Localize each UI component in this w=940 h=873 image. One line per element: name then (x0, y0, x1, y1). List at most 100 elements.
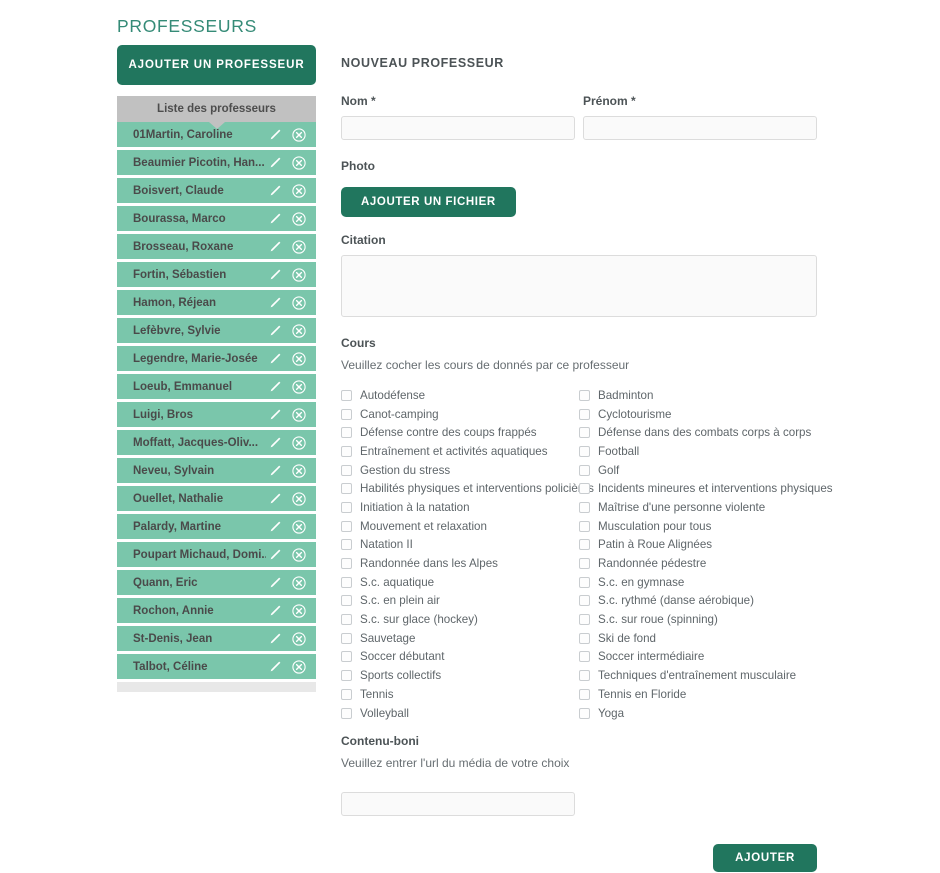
course-checkbox-row[interactable]: S.c. sur glace (hockey) (341, 610, 579, 629)
citation-textarea[interactable] (341, 255, 817, 317)
professor-list-item[interactable]: Lefèbvre, Sylvie (117, 318, 316, 346)
course-checkbox-row[interactable]: Randonnée pédestre (579, 554, 833, 573)
course-checkbox-row[interactable]: S.c. sur roue (spinning) (579, 610, 833, 629)
professor-list-item[interactable]: Palardy, Martine (117, 514, 316, 542)
circle-x-icon[interactable] (290, 210, 308, 228)
pencil-icon[interactable] (266, 406, 284, 424)
pencil-icon[interactable] (266, 602, 284, 620)
circle-x-icon[interactable] (290, 630, 308, 648)
circle-x-icon[interactable] (290, 322, 308, 340)
prenom-input[interactable] (583, 116, 817, 140)
checkbox-left-13[interactable] (341, 632, 352, 644)
professor-list-item[interactable]: Ouellet, Nathalie (117, 486, 316, 514)
pencil-icon[interactable] (266, 294, 284, 312)
course-checkbox-row[interactable]: S.c. rythmé (danse aérobique) (579, 592, 833, 611)
checkbox-right-0[interactable] (579, 389, 590, 401)
pencil-icon[interactable] (266, 574, 284, 592)
circle-x-icon[interactable] (290, 462, 308, 480)
pencil-icon[interactable] (266, 266, 284, 284)
circle-x-icon[interactable] (290, 546, 308, 564)
professor-list-item[interactable]: Rochon, Annie (117, 598, 316, 626)
professor-list-item[interactable]: Hamon, Réjean (117, 290, 316, 318)
course-checkbox-row[interactable]: Canot-camping (341, 405, 579, 424)
circle-x-icon[interactable] (290, 238, 308, 256)
pencil-icon[interactable] (266, 322, 284, 340)
checkbox-left-0[interactable] (341, 389, 352, 401)
course-checkbox-row[interactable]: Yoga (579, 704, 833, 723)
checkbox-left-9[interactable] (341, 558, 352, 570)
course-checkbox-row[interactable]: Patin à Roue Alignées (579, 536, 833, 555)
course-checkbox-row[interactable]: Natation II (341, 536, 579, 555)
course-checkbox-row[interactable]: Sauvetage (341, 629, 579, 648)
checkbox-left-10[interactable] (341, 576, 352, 588)
professor-list-item[interactable]: Quann, Éric (117, 570, 316, 598)
circle-x-icon[interactable] (290, 266, 308, 284)
circle-x-icon[interactable] (290, 294, 308, 312)
checkbox-right-12[interactable] (579, 614, 590, 626)
contenu-boni-input[interactable] (341, 792, 575, 817)
checkbox-right-15[interactable] (579, 670, 590, 682)
checkbox-right-11[interactable] (579, 595, 590, 607)
circle-x-icon[interactable] (290, 518, 308, 536)
checkbox-right-5[interactable] (579, 483, 590, 495)
checkbox-right-1[interactable] (579, 408, 590, 420)
checkbox-left-8[interactable] (341, 539, 352, 551)
pencil-icon[interactable] (266, 490, 284, 508)
professor-list-item[interactable]: Fortin, Sébastien (117, 262, 316, 290)
pencil-icon[interactable] (266, 378, 284, 396)
professor-list[interactable]: 01Martin, Caroline Beaumier Picotin, Han.… (117, 122, 316, 692)
checkbox-right-13[interactable] (579, 632, 590, 644)
checkbox-left-14[interactable] (341, 651, 352, 663)
course-checkbox-row[interactable]: S.c. en plein air (341, 592, 579, 611)
course-checkbox-row[interactable]: Gestion du stress (341, 461, 579, 480)
pencil-icon[interactable] (266, 126, 284, 144)
course-checkbox-row[interactable]: Musculation pour tous (579, 517, 833, 536)
course-checkbox-row[interactable]: Tennis en Floride (579, 685, 833, 704)
course-checkbox-row[interactable]: Sports collectifs (341, 666, 579, 685)
course-checkbox-row[interactable]: Initiation à la natation (341, 498, 579, 517)
pencil-icon[interactable] (266, 210, 284, 228)
checkbox-left-5[interactable] (341, 483, 352, 495)
circle-x-icon[interactable] (290, 126, 308, 144)
course-checkbox-row[interactable]: Défense contre des coups frappés (341, 423, 579, 442)
course-checkbox-row[interactable]: Tennis (341, 685, 579, 704)
checkbox-right-9[interactable] (579, 558, 590, 570)
checkbox-left-17[interactable] (341, 707, 352, 719)
professor-list-item[interactable]: Beaumier Picotin, Han... (117, 150, 316, 178)
submit-button[interactable]: AJOUTER (713, 844, 817, 873)
course-checkbox-row[interactable]: Ski de fond (579, 629, 833, 648)
professor-list-item[interactable]: Brosseau, Roxane (117, 234, 316, 262)
professor-list-item[interactable]: Legendre, Marie-Josée (117, 346, 316, 374)
pencil-icon[interactable] (266, 546, 284, 564)
circle-x-icon[interactable] (290, 378, 308, 396)
checkbox-left-7[interactable] (341, 520, 352, 532)
checkbox-left-1[interactable] (341, 408, 352, 420)
professor-list-item[interactable]: Loeub, Emmanuel (117, 374, 316, 402)
checkbox-right-17[interactable] (579, 707, 590, 719)
add-file-button[interactable]: AJOUTER UN FICHIER (341, 187, 516, 217)
pencil-icon[interactable] (266, 154, 284, 172)
circle-x-icon[interactable] (290, 574, 308, 592)
nom-input[interactable] (341, 116, 575, 140)
course-checkbox-row[interactable]: Défense dans des combats corps à corps (579, 423, 833, 442)
course-checkbox-row[interactable]: Cyclotourisme (579, 405, 833, 424)
course-checkbox-row[interactable]: Soccer débutant (341, 648, 579, 667)
add-professor-button[interactable]: AJOUTER UN PROFESSEUR (117, 45, 316, 85)
professor-list-item[interactable]: Poupart Michaud, Domi... (117, 542, 316, 570)
checkbox-left-4[interactable] (341, 464, 352, 476)
checkbox-right-2[interactable] (579, 427, 590, 439)
course-checkbox-row[interactable]: Volleyball (341, 704, 579, 723)
circle-x-icon[interactable] (290, 350, 308, 368)
pencil-icon[interactable] (266, 518, 284, 536)
course-checkbox-row[interactable]: Entraînement et activités aquatiques (341, 442, 579, 461)
circle-x-icon[interactable] (290, 602, 308, 620)
professor-list-item[interactable]: Neveu, Sylvain (117, 458, 316, 486)
checkbox-right-8[interactable] (579, 539, 590, 551)
checkbox-left-16[interactable] (341, 688, 352, 700)
course-checkbox-row[interactable]: Incidents mineures et interventions phys… (579, 479, 833, 498)
checkbox-left-15[interactable] (341, 670, 352, 682)
pencil-icon[interactable] (266, 462, 284, 480)
pencil-icon[interactable] (266, 658, 284, 676)
course-checkbox-row[interactable]: Techniques d'entraînement musculaire (579, 666, 833, 685)
professor-list-item[interactable]: Bourassa, Marco (117, 206, 316, 234)
